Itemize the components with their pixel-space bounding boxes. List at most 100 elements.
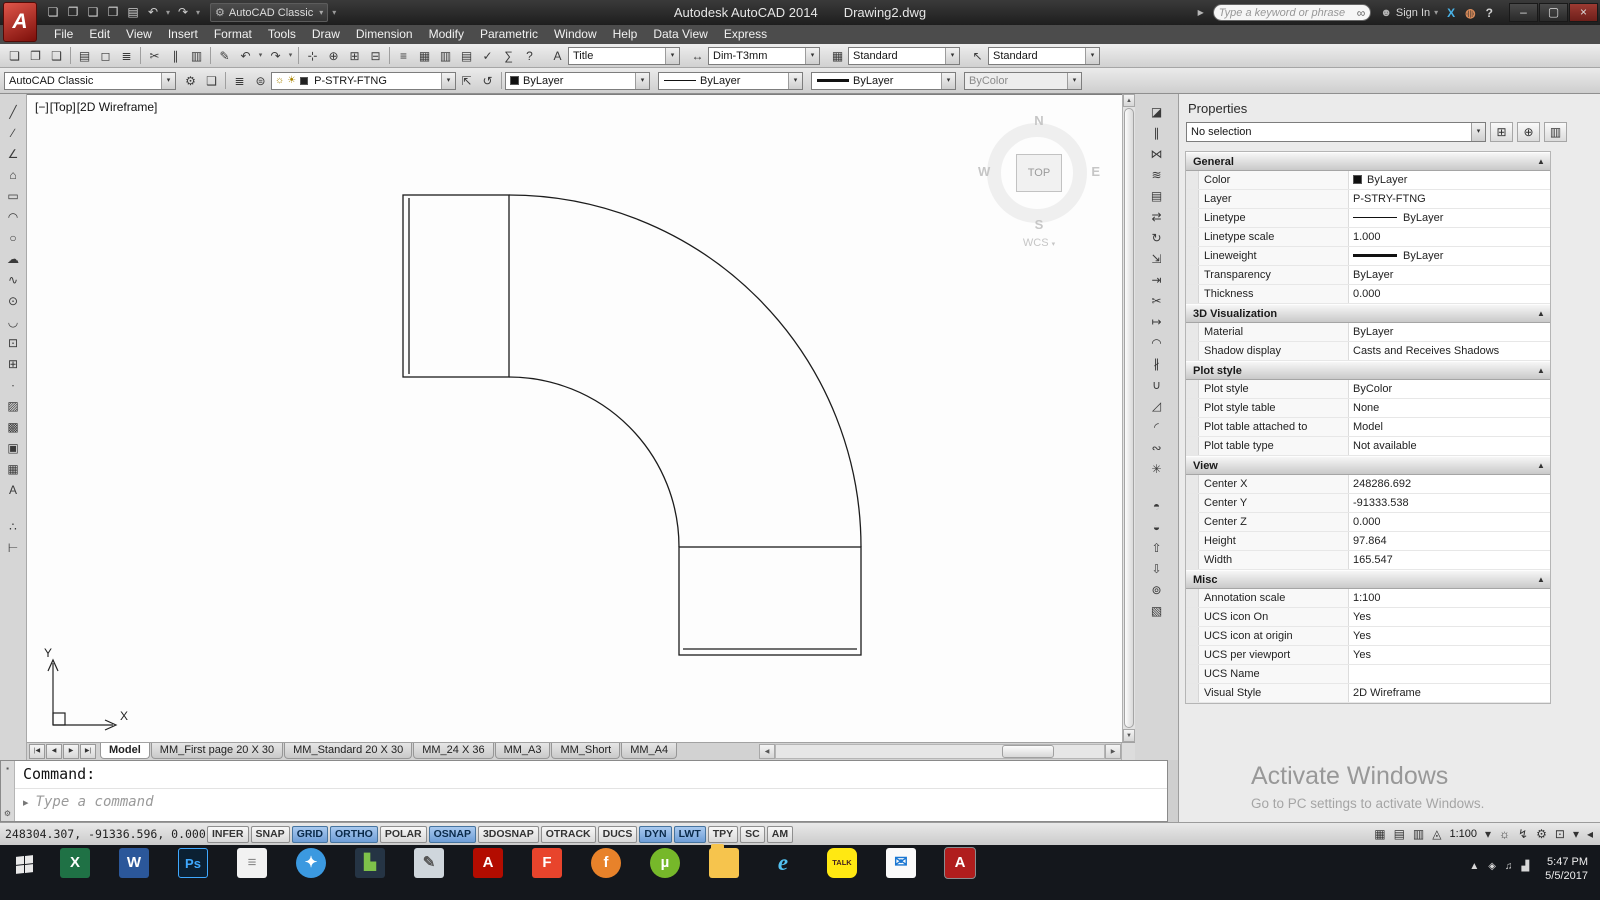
taskbar-firefox-icon[interactable]: f — [591, 848, 621, 878]
paste-icon[interactable]: ▥ — [186, 46, 207, 66]
properties-palette-icon[interactable]: ≡ — [393, 46, 414, 66]
edit-hatch-icon[interactable]: ▧ — [1145, 601, 1168, 622]
join-tool-icon[interactable]: ∪ — [1145, 375, 1168, 396]
menu-parametric[interactable]: Parametric — [472, 25, 546, 44]
style-dropdown[interactable]: Title ▾ — [568, 47, 680, 65]
taskbar-notepad-icon[interactable]: ≡ — [237, 848, 267, 878]
property-value[interactable] — [1349, 665, 1550, 683]
ellipse-tool-icon[interactable]: ⊙ — [2, 291, 25, 312]
scroll-right-arrow[interactable]: ▶ — [1105, 744, 1121, 759]
viewcube-east[interactable]: E — [1091, 164, 1100, 179]
property-value[interactable]: 97.864 — [1349, 532, 1550, 550]
menu-view[interactable]: View — [118, 25, 160, 44]
cut-icon[interactable]: ✂ — [144, 46, 165, 66]
taskbar-ie-icon[interactable]: e — [768, 848, 798, 878]
scroll-down-arrow[interactable]: ▼ — [1123, 729, 1135, 742]
zoom-realtime-icon[interactable]: ⊕ — [323, 46, 344, 66]
clean-screen-button[interactable]: ◂ — [1587, 827, 1593, 841]
qat-undo-arrow-icon[interactable]: ▾ — [164, 0, 172, 25]
trim-tool-icon[interactable]: ✂ — [1145, 291, 1168, 312]
viewcube-north[interactable]: N — [977, 113, 1101, 128]
viewport-view-control[interactable]: [Top] — [50, 100, 76, 114]
viewcube[interactable]: N W E S TOP WCS ▾ — [977, 113, 1101, 259]
plot-icon[interactable]: ▤ — [74, 46, 95, 66]
coordinates-display[interactable]: 248304.307, -91336.596, 0.000 — [5, 827, 207, 841]
quick-view-layouts-button[interactable]: ▤ — [1394, 827, 1405, 841]
new-icon[interactable]: ❏ — [4, 46, 25, 66]
quick-view-drawings-button[interactable]: ▥ — [1413, 827, 1424, 841]
select-objects-button[interactable]: ⊕ — [1517, 122, 1540, 142]
qat-saveas-icon[interactable]: ❒ — [104, 0, 122, 25]
draw-order-back-icon[interactable]: ◒ — [1145, 517, 1168, 538]
taskbar-excel-icon[interactable]: X — [60, 848, 90, 878]
property-value[interactable]: Casts and Receives Shadows — [1349, 342, 1550, 360]
taskbar-safari-icon[interactable]: ✦ — [296, 848, 326, 878]
taskbar-utorrent-icon[interactable]: µ — [650, 848, 680, 878]
toggle-sc[interactable]: SC — [740, 826, 765, 843]
collapse-icon[interactable]: ▲ — [1532, 153, 1550, 170]
polyline-tool-icon[interactable]: ∠ — [2, 144, 25, 165]
construction-line-tool-icon[interactable]: ∕ — [2, 123, 25, 144]
layer-on-icon[interactable]: ☼ — [272, 75, 284, 86]
toggle-tpy[interactable]: TPY — [708, 826, 738, 843]
workspace-dropdown[interactable]: ⚙ AutoCAD Classic ▾ — [210, 3, 328, 22]
make-block-tool-icon[interactable]: ⊞ — [2, 354, 25, 375]
circle-tool-icon[interactable]: ○ — [2, 228, 25, 249]
menu-dimension[interactable]: Dimension — [348, 25, 421, 44]
text-style-icon[interactable]: A — [547, 46, 568, 66]
menu-insert[interactable]: Insert — [160, 25, 206, 44]
break-tool-icon[interactable]: ∦ — [1145, 354, 1168, 375]
toggle-grid[interactable]: GRID — [292, 826, 328, 843]
toolbar-lock-button[interactable]: ⊡ — [1555, 827, 1565, 841]
communication-center-icon[interactable]: ◍ — [1465, 6, 1475, 20]
zoom-window-icon[interactable]: ⊞ — [344, 46, 365, 66]
taskbar-photoshop-icon[interactable]: Ps — [178, 848, 208, 878]
tray-network-icon[interactable]: ▟ — [1521, 861, 1529, 872]
region-tool-icon[interactable]: ▣ — [2, 438, 25, 459]
annotation-scale-icon[interactable]: ◬ — [1432, 827, 1441, 841]
next-tab-button[interactable]: ▶ — [63, 744, 79, 759]
minimize-button[interactable]: – — [1509, 3, 1538, 22]
viewport-visual-style-control[interactable]: [2D Wireframe] — [77, 100, 158, 114]
blend-curves-tool-icon[interactable]: ∾ — [1145, 438, 1168, 459]
insert-block-tool-icon[interactable]: ⊡ — [2, 333, 25, 354]
toggle-osnap[interactable]: OSNAP — [429, 826, 476, 843]
erase-tool-icon[interactable]: ◪ — [1145, 102, 1168, 123]
last-tab-button[interactable]: ▶| — [80, 744, 96, 759]
layout-tab[interactable]: Model — [100, 743, 150, 759]
workspaces-dropdown[interactable]: AutoCAD Classic ▾ — [4, 72, 176, 90]
toggle-dyn[interactable]: DYN — [639, 826, 671, 843]
property-value[interactable]: Yes — [1349, 646, 1550, 664]
search-input[interactable] — [1219, 7, 1357, 19]
menu-window[interactable]: Window — [546, 25, 605, 44]
toggle-am[interactable]: AM — [767, 826, 793, 843]
stretch-tool-icon[interactable]: ⇥ — [1145, 270, 1168, 291]
save-icon[interactable]: ❑ — [46, 46, 67, 66]
property-value[interactable]: 0.000 — [1349, 513, 1550, 531]
qat-open-icon[interactable]: ❐ — [64, 0, 82, 25]
qat-plot-icon[interactable]: ▤ — [124, 0, 142, 25]
line-tool-icon[interactable]: ╱ — [2, 102, 25, 123]
menu-express[interactable]: Express — [716, 25, 775, 44]
redo-list-arrow-icon[interactable]: ▾ — [286, 46, 295, 66]
make-layer-current-icon[interactable]: ⇱ — [456, 71, 477, 91]
layout-tab[interactable]: MM_Short — [551, 743, 620, 759]
menu-data-view[interactable]: Data View — [645, 25, 715, 44]
command-customize-icon[interactable]: ⚙ — [4, 809, 11, 818]
toggle-snap[interactable]: SNAP — [251, 826, 290, 843]
property-value[interactable]: Yes — [1349, 627, 1550, 645]
explode-tool-icon[interactable]: ✳ — [1145, 459, 1168, 480]
linetype-dropdown[interactable]: ByLayer ▾ — [658, 72, 803, 90]
color-dropdown[interactable]: ByLayer ▾ — [505, 72, 650, 90]
tool-palettes-icon[interactable]: ▥ — [435, 46, 456, 66]
undo-list-arrow-icon[interactable]: ▾ — [256, 46, 265, 66]
spline-tool-icon[interactable]: ∿ — [2, 270, 25, 291]
plot-preview-icon[interactable]: ◻ — [95, 46, 116, 66]
qat-customize-icon[interactable]: ▾ — [332, 8, 336, 17]
sheet-set-manager-icon[interactable]: ▤ — [456, 46, 477, 66]
help-toolbar-icon[interactable]: ? — [519, 46, 540, 66]
gradient-tool-icon[interactable]: ▩ — [2, 417, 25, 438]
property-value[interactable]: Model — [1349, 418, 1550, 436]
command-line-window[interactable]: ▪⚙ Command: ▸ Type a command — [0, 760, 1168, 822]
scale-tool-icon[interactable]: ⇲ — [1145, 249, 1168, 270]
